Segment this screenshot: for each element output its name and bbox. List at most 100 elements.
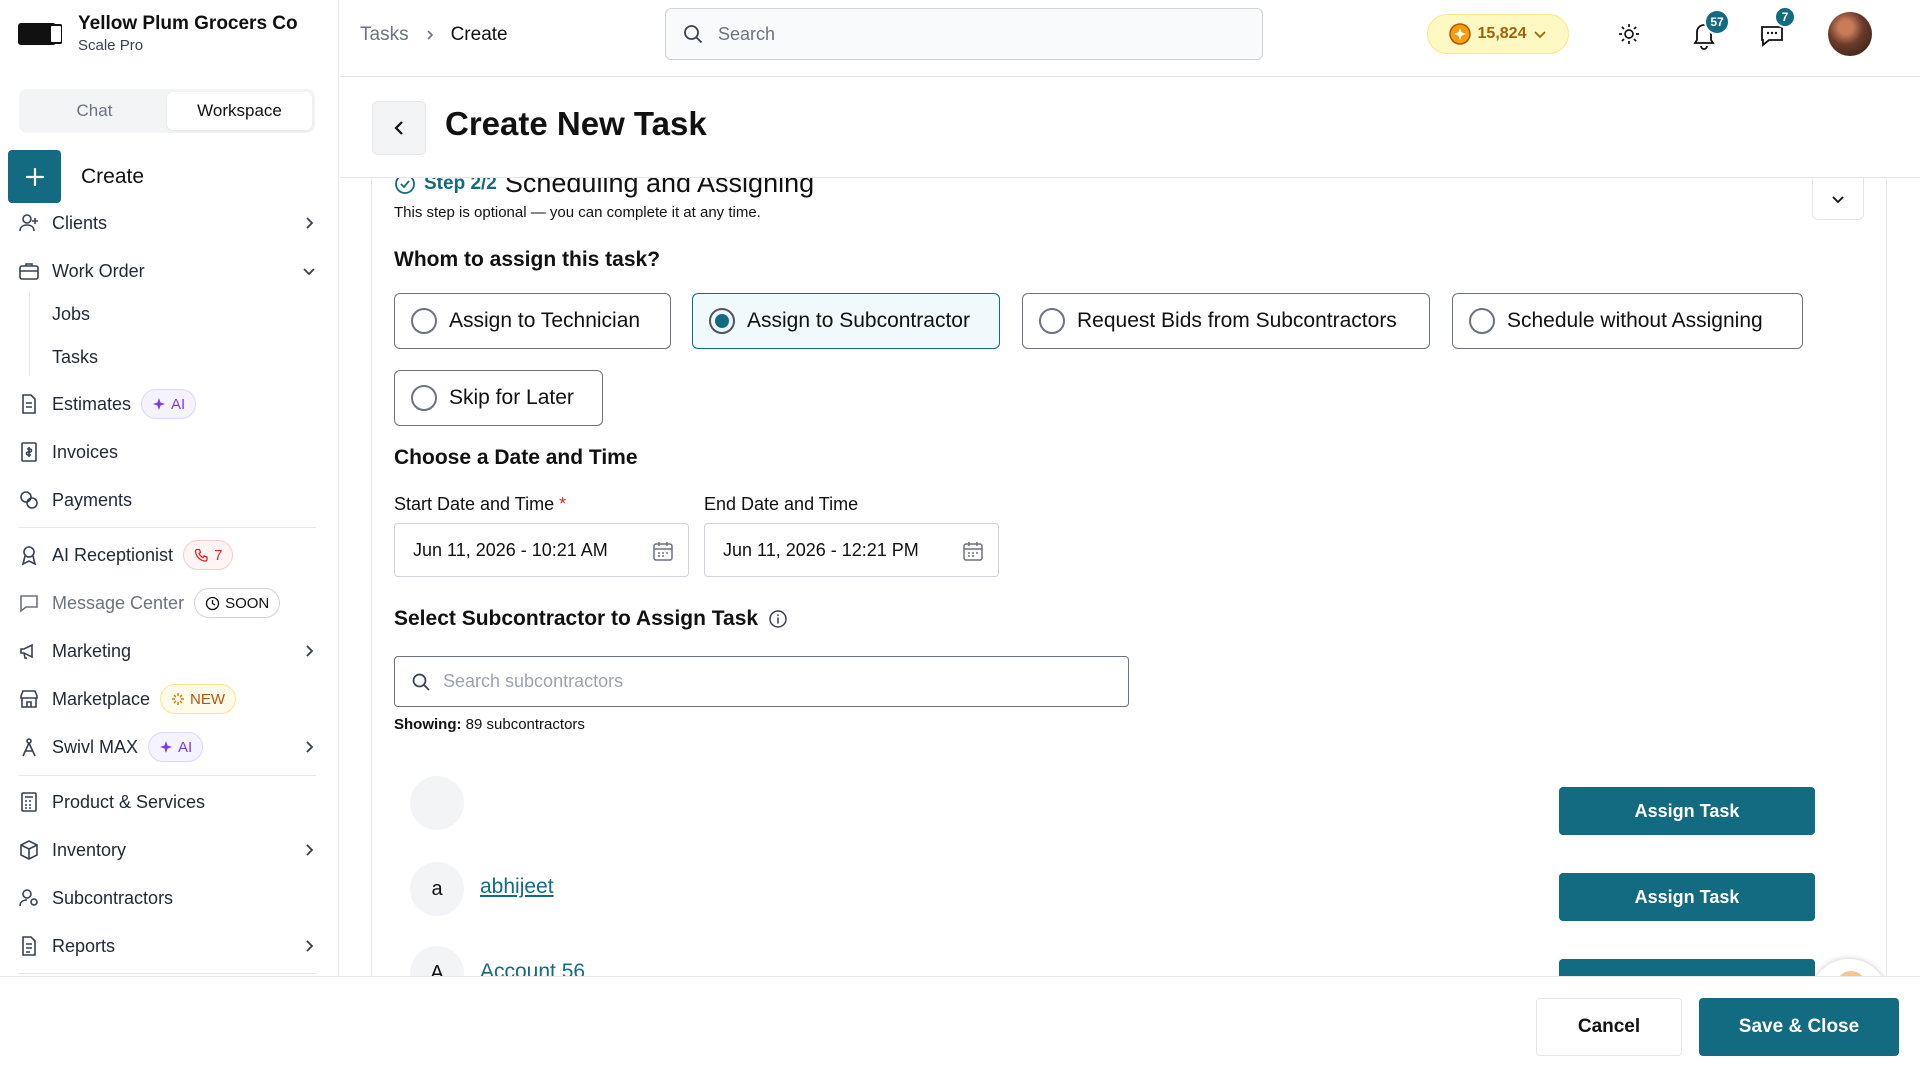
sidebar-item-reports[interactable]: Reports bbox=[18, 928, 318, 964]
sidebar-item-label: Marketing bbox=[52, 640, 132, 661]
sidebar-item-label: Inventory bbox=[52, 839, 127, 860]
assign-option-skip[interactable]: Skip for Later bbox=[394, 370, 603, 426]
step-note: This step is optional — you can complete… bbox=[394, 204, 761, 221]
sidebar-item-clients[interactable]: Clients bbox=[18, 205, 318, 241]
store-icon bbox=[20, 690, 38, 708]
document-icon bbox=[22, 394, 36, 414]
tab-chat[interactable]: Chat bbox=[22, 92, 167, 130]
ai-badge: AI bbox=[141, 389, 197, 419]
subcontractor-avatar bbox=[410, 776, 464, 830]
step-label: Step 2/2 bbox=[424, 178, 497, 194]
phone-icon bbox=[194, 548, 208, 562]
sidebar-item-subcontractors[interactable]: Subcontractors bbox=[18, 880, 318, 916]
assign-task-button[interactable]: Assign Task bbox=[1559, 873, 1815, 921]
compass-icon bbox=[22, 738, 36, 757]
ai-badge: AI bbox=[148, 732, 204, 762]
sparkle-icon bbox=[153, 398, 166, 410]
sparkle-icon bbox=[160, 741, 173, 753]
sidebar-item-invoices[interactable]: Invoices bbox=[18, 434, 318, 470]
calendar-icon[interactable] bbox=[962, 540, 984, 562]
subcontractor-avatar: A bbox=[410, 946, 464, 976]
chevron-right-icon bbox=[306, 844, 314, 856]
save-close-button[interactable]: Save & Close bbox=[1699, 998, 1899, 1056]
sidebar-divider bbox=[18, 775, 316, 776]
assign-task-button[interactable] bbox=[1559, 959, 1815, 976]
end-date-field[interactable]: Jun 11, 2026 - 12:21 PM bbox=[704, 523, 999, 577]
sidebar-item-product-services[interactable]: Product & Services bbox=[18, 784, 318, 820]
plus-icon bbox=[25, 167, 44, 186]
missed-calls-count: 7 bbox=[214, 546, 223, 564]
sidebar-item-message-center: Message Center SOON bbox=[18, 585, 318, 621]
assign-heading: Whom to assign this task? bbox=[394, 248, 661, 271]
subcontractor-search-input[interactable] bbox=[443, 671, 1083, 692]
radio-button[interactable] bbox=[1039, 308, 1065, 334]
breadcrumb-tasks[interactable]: Tasks bbox=[360, 24, 409, 46]
sidebar-item-label: Subcontractors bbox=[52, 887, 174, 908]
assign-option-request-bids[interactable]: Request Bids from Subcontractors bbox=[1022, 293, 1430, 349]
chevron-right-icon bbox=[306, 217, 314, 229]
assign-option-schedule-only[interactable]: Schedule without Assigning bbox=[1452, 293, 1803, 349]
sidebar-item-payments[interactable]: Payments bbox=[18, 482, 318, 518]
brand[interactable]: Yellow Plum Grocers Co Scale Pro bbox=[18, 12, 298, 56]
radio-button[interactable] bbox=[411, 385, 437, 411]
start-date-value: Jun 11, 2026 - 10:21 AM bbox=[413, 539, 608, 560]
topbar: Tasks Create 15,824 57 7 bbox=[340, 0, 1920, 77]
collapse-step-button[interactable] bbox=[1812, 178, 1864, 220]
results-count-value: 89 subcontractors bbox=[465, 716, 585, 733]
global-search-input[interactable] bbox=[718, 23, 1198, 45]
briefcase-icon bbox=[19, 263, 39, 280]
soon-badge-text: SOON bbox=[225, 594, 270, 612]
user-group-icon bbox=[19, 889, 38, 907]
assign-task-button[interactable]: Assign Task bbox=[1559, 787, 1815, 835]
sidebar-item-swivl-max[interactable]: Swivl MAX AI bbox=[18, 729, 318, 765]
soon-badge: SOON bbox=[194, 588, 281, 618]
sidebar-item-label: Work Order bbox=[52, 260, 145, 281]
credits-pill[interactable]: 15,824 bbox=[1427, 14, 1569, 54]
box-icon bbox=[20, 840, 38, 860]
subcontractor-search bbox=[394, 656, 1129, 707]
brand-plan: Scale Pro bbox=[78, 37, 144, 54]
invoice-icon bbox=[21, 442, 37, 462]
chevron-right-icon bbox=[306, 940, 314, 952]
assistant-fab[interactable] bbox=[1809, 958, 1886, 976]
sidebar-item-ai-receptionist[interactable]: AI Receptionist 7 bbox=[18, 537, 318, 573]
sidebar-item-marketing[interactable]: Marketing bbox=[18, 633, 318, 669]
sun-icon[interactable] bbox=[1617, 22, 1641, 46]
info-icon[interactable] bbox=[768, 609, 788, 629]
sidebar-item-label: Reports bbox=[52, 935, 116, 956]
start-date-label-text: Start Date and Time bbox=[394, 494, 555, 514]
calendar-icon[interactable] bbox=[652, 540, 674, 562]
back-button[interactable] bbox=[372, 101, 426, 155]
create-row[interactable]: Create bbox=[8, 150, 144, 203]
spark-icon bbox=[172, 693, 185, 705]
sidebar-item-estimates[interactable]: Estimates AI bbox=[18, 386, 318, 422]
create-button[interactable] bbox=[8, 150, 61, 203]
radio-button[interactable] bbox=[709, 308, 735, 334]
calculator-icon bbox=[21, 792, 37, 812]
brand-text: Yellow Plum Grocers Co Scale Pro bbox=[78, 12, 298, 56]
tab-workspace[interactable]: Workspace bbox=[167, 92, 312, 130]
assign-option-subcontractor[interactable]: Assign to Subcontractor bbox=[692, 293, 1000, 349]
subcontractor-name-link[interactable]: Account 56 bbox=[480, 960, 585, 976]
sidebar-item-inventory[interactable]: Inventory bbox=[18, 832, 318, 868]
chevron-down-icon bbox=[303, 268, 315, 276]
radio-button[interactable] bbox=[411, 308, 437, 334]
notifications-count-badge: 57 bbox=[1704, 9, 1730, 35]
sidebar-item-tasks[interactable]: Tasks bbox=[52, 347, 98, 368]
megaphone-icon bbox=[20, 643, 33, 659]
cancel-button[interactable]: Cancel bbox=[1536, 998, 1682, 1056]
user-avatar[interactable] bbox=[1828, 12, 1872, 56]
sidebar-item-work-order[interactable]: Work Order bbox=[18, 253, 318, 289]
sidebar-item-marketplace[interactable]: Marketplace NEW bbox=[18, 681, 318, 717]
chat-bubble-icon bbox=[20, 595, 38, 613]
sidebar-item-label: Payments bbox=[52, 489, 133, 510]
results-count-label: Showing: bbox=[394, 716, 462, 733]
start-date-field[interactable]: Jun 11, 2026 - 10:21 AM bbox=[394, 523, 689, 577]
sidebar-divider bbox=[18, 527, 316, 528]
assign-option-technician[interactable]: Assign to Technician bbox=[394, 293, 671, 349]
radio-button[interactable] bbox=[1469, 308, 1495, 334]
search-icon bbox=[412, 673, 430, 691]
sidebar-item-jobs[interactable]: Jobs bbox=[52, 304, 90, 325]
chevron-right-icon bbox=[306, 645, 314, 657]
subcontractor-name-link[interactable]: abhijeet bbox=[480, 875, 554, 899]
